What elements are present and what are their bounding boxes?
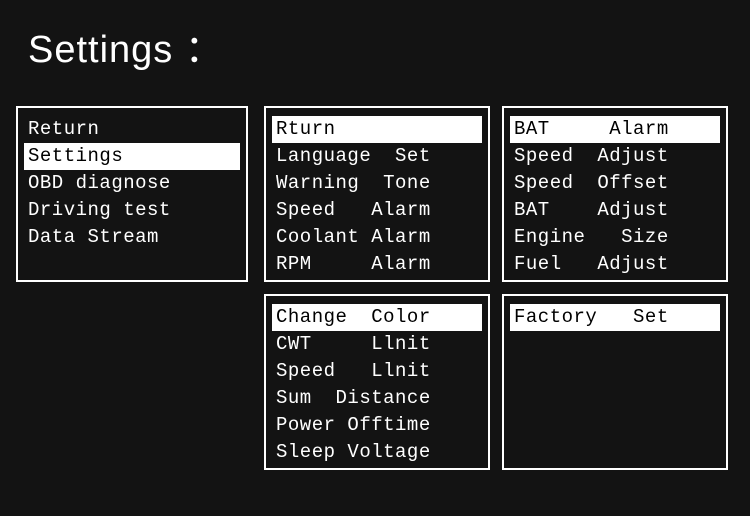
menu-item-change-color[interactable]: Change Color bbox=[272, 304, 482, 331]
menu-item-bat-adjust[interactable]: BAT Adjust bbox=[510, 197, 720, 224]
menu-item-coolant-alarm[interactable]: Coolant Alarm bbox=[272, 224, 482, 251]
settings-panel-3: Change Color CWT Llnit Speed Llnit Sum D… bbox=[264, 294, 490, 470]
menu-item-speed-alarm[interactable]: Speed Alarm bbox=[272, 197, 482, 224]
settings-panel-4: Factory Set bbox=[502, 294, 728, 470]
menu-item-sleep-voltage[interactable]: Sleep Voltage bbox=[272, 439, 482, 466]
settings-panel-2: BAT Alarm Speed Adjust Speed Offset BAT … bbox=[502, 106, 728, 282]
main-menu-panel: Return Settings OBD diagnose Driving tes… bbox=[16, 106, 248, 282]
menu-item-power-offtime[interactable]: Power Offtime bbox=[272, 412, 482, 439]
menu-item-factory-set[interactable]: Factory Set bbox=[510, 304, 720, 331]
settings-grid: Return Settings OBD diagnose Driving tes… bbox=[16, 106, 734, 500]
settings-panel-1: Rturn Language Set Warning Tone Speed Al… bbox=[264, 106, 490, 282]
menu-item-obd-diagnose[interactable]: OBD diagnose bbox=[24, 170, 240, 197]
menu-item-sum-distance[interactable]: Sum Distance bbox=[272, 385, 482, 412]
menu-item-bat-alarm[interactable]: BAT Alarm bbox=[510, 116, 720, 143]
menu-item-rturn[interactable]: Rturn bbox=[272, 116, 482, 143]
menu-item-settings[interactable]: Settings bbox=[24, 143, 240, 170]
menu-item-fuel-adjust[interactable]: Fuel Adjust bbox=[510, 251, 720, 278]
menu-item-language-set[interactable]: Language Set bbox=[272, 143, 482, 170]
menu-item-driving-test[interactable]: Driving test bbox=[24, 197, 240, 224]
menu-item-return[interactable]: Return bbox=[24, 116, 240, 143]
menu-item-speed-offset[interactable]: Speed Offset bbox=[510, 170, 720, 197]
menu-item-warning-tone[interactable]: Warning Tone bbox=[272, 170, 482, 197]
menu-item-engine-size[interactable]: Engine Size bbox=[510, 224, 720, 251]
menu-item-rpm-alarm[interactable]: RPM Alarm bbox=[272, 251, 482, 278]
page-title: Settings ： bbox=[0, 0, 750, 73]
menu-item-speed-llnit[interactable]: Speed Llnit bbox=[272, 358, 482, 385]
menu-item-data-stream[interactable]: Data Stream bbox=[24, 224, 240, 251]
menu-item-speed-adjust[interactable]: Speed Adjust bbox=[510, 143, 720, 170]
menu-item-cwt-llnit[interactable]: CWT Llnit bbox=[272, 331, 482, 358]
